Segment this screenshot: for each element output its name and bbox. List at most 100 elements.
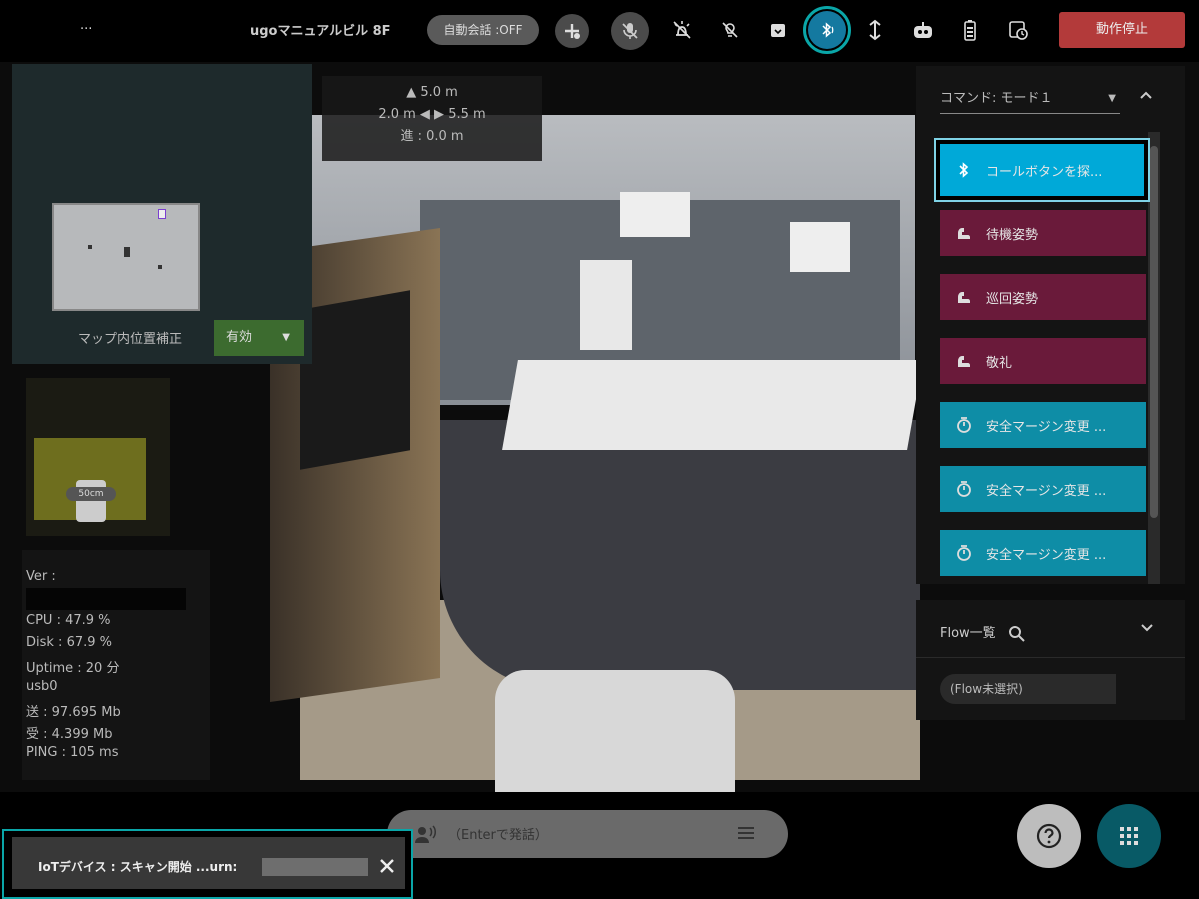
stat-sent: 送 : 97.695 Mb xyxy=(26,705,121,720)
toast-redacted-id xyxy=(262,858,368,876)
camera-floor xyxy=(440,420,920,690)
add-button[interactable] xyxy=(555,14,589,48)
command-mode-value: コマンド: モード１ xyxy=(940,91,1053,106)
ver-value-redacted xyxy=(26,588,186,610)
stat-recv: 受 : 4.399 Mb xyxy=(26,727,113,742)
command-label: 安全マージン変更 ... xyxy=(986,547,1107,563)
lamp-off-button[interactable] xyxy=(715,15,745,45)
distance-sides: 2.0 m ◀ ▶ 5.5 m xyxy=(378,107,486,122)
stop-button[interactable]: 動作停止 xyxy=(1059,12,1185,48)
mic-mute-button[interactable] xyxy=(611,12,649,50)
chevron-down-icon xyxy=(1141,624,1153,632)
flow-select[interactable]: (Flow未選択) xyxy=(940,674,1116,704)
arm-icon xyxy=(954,223,974,243)
apps-grid-button[interactable] xyxy=(1097,804,1161,868)
robot-icon xyxy=(914,22,932,38)
plus-icon xyxy=(565,24,580,39)
timer-icon xyxy=(954,479,974,499)
camera-table xyxy=(502,360,923,450)
height-button[interactable] xyxy=(860,15,890,45)
command-find-call-button[interactable]: コールボタンを探... xyxy=(940,144,1144,196)
stat-uptime: Uptime : 20 分 xyxy=(26,661,120,676)
top-bar: ... ugoマニュアルビル 8F 自動会話 :OFF 動作停止 xyxy=(0,0,1199,62)
command-scrollbar-thumb[interactable] xyxy=(1150,146,1158,518)
command-label: 安全マージン変更 ... xyxy=(986,483,1107,499)
camera-lamp-1 xyxy=(620,192,690,237)
command-safety-margin-1[interactable]: 安全マージン変更 ... xyxy=(940,402,1146,448)
map-correction-select[interactable]: 有効 ▼ xyxy=(214,320,304,356)
command-label: 安全マージン変更 ... xyxy=(986,419,1107,435)
command-label: 巡回姿勢 xyxy=(986,291,1039,307)
dropdown-arrow-icon: ▼ xyxy=(282,332,290,343)
bulb-off-icon xyxy=(722,22,738,38)
speak-input-placeholder: （Enterで発話） xyxy=(448,828,548,843)
schedule-icon xyxy=(1009,21,1028,40)
help-icon xyxy=(1036,823,1062,849)
distance-forward: ▲ 5.0 m xyxy=(406,85,458,100)
chevron-up-icon xyxy=(1140,91,1152,99)
help-button[interactable] xyxy=(1017,804,1081,868)
flow-expand-button[interactable] xyxy=(1140,620,1154,638)
stat-disk: Disk : 67.9 % xyxy=(26,635,112,650)
stat-ping: PING : 105 ms xyxy=(26,745,119,760)
arm-icon xyxy=(954,351,974,371)
light-off-icon xyxy=(673,21,691,39)
robot-button[interactable] xyxy=(908,15,938,45)
command-collapse-button[interactable] xyxy=(1139,88,1159,108)
map-obstacle xyxy=(158,265,162,269)
bluetooth-icon xyxy=(822,22,834,38)
bluetooth-icon xyxy=(954,160,974,180)
command-salute[interactable]: 敬礼 xyxy=(940,338,1146,384)
distance-progress: 進 : 0.0 m xyxy=(400,129,464,144)
timer-icon xyxy=(954,415,974,435)
robot-marker xyxy=(158,209,166,219)
arm-icon xyxy=(954,287,974,307)
command-label: 待機姿勢 xyxy=(986,227,1039,243)
map-obstacle xyxy=(88,245,92,249)
proximity-scale: 50cm xyxy=(66,487,116,501)
command-label: 敬礼 xyxy=(986,355,1013,371)
dropdown-arrow-icon: ▼ xyxy=(1108,93,1116,104)
camera-monitor xyxy=(300,290,410,470)
battery-icon xyxy=(964,20,976,41)
command-safety-margin-2[interactable]: 安全マージン変更 ... xyxy=(940,466,1146,512)
command-mode-select[interactable]: コマンド: モード１ ▼ xyxy=(940,88,1120,114)
command-standby-pose[interactable]: 待機姿勢 xyxy=(940,210,1146,256)
stat-iface: usb0 xyxy=(26,679,58,694)
up-down-arrow-icon xyxy=(869,19,881,41)
history-button[interactable] xyxy=(1003,15,1033,45)
command-safety-margin-3[interactable]: 安全マージン変更 ... xyxy=(940,530,1146,576)
distance-overlay: ▲ 5.0 m 2.0 m ◀ ▶ 5.5 m 進 : 0.0 m xyxy=(322,76,542,161)
menu-button[interactable]: ... xyxy=(80,18,92,33)
voice-icon xyxy=(415,825,436,843)
command-label: コールボタンを探... xyxy=(986,164,1103,180)
camera-robot-body xyxy=(495,670,735,792)
archive-icon xyxy=(771,24,785,37)
stat-cpu: CPU : 47.9 % xyxy=(26,613,111,628)
toast-message: IoTデバイス : スキャン開始 ...urn: xyxy=(38,860,238,874)
command-patrol-pose[interactable]: 巡回姿勢 xyxy=(940,274,1146,320)
map-correction-label: マップ内位置補正 xyxy=(78,332,183,347)
grid-icon xyxy=(1120,827,1138,845)
auto-talk-toggle[interactable]: 自動会話 :OFF xyxy=(427,15,539,45)
camera-door-panel xyxy=(580,260,632,350)
flow-title-text: Flow一覧 xyxy=(940,626,996,641)
menu-lines-icon[interactable] xyxy=(737,826,755,840)
flow-title: Flow一覧 xyxy=(940,622,1026,643)
map-obstacle xyxy=(124,247,130,257)
map-correction-value: 有効 xyxy=(226,330,253,345)
minimap-floor xyxy=(52,203,200,311)
close-icon xyxy=(380,859,394,873)
battery-button[interactable] xyxy=(955,15,985,45)
storage-button[interactable] xyxy=(763,15,793,45)
search-icon[interactable] xyxy=(1008,625,1026,643)
stat-ver: Ver : xyxy=(26,569,56,584)
robot-name: ugoマニュアルビル 8F xyxy=(250,24,391,39)
toast-close-button[interactable] xyxy=(378,857,398,877)
mic-off-icon xyxy=(622,23,638,39)
bluetooth-button-inner xyxy=(808,11,846,49)
light-off-button[interactable] xyxy=(667,15,697,45)
camera-lamp-2 xyxy=(790,222,850,272)
bluetooth-button[interactable] xyxy=(803,6,851,54)
timer-icon xyxy=(954,543,974,563)
